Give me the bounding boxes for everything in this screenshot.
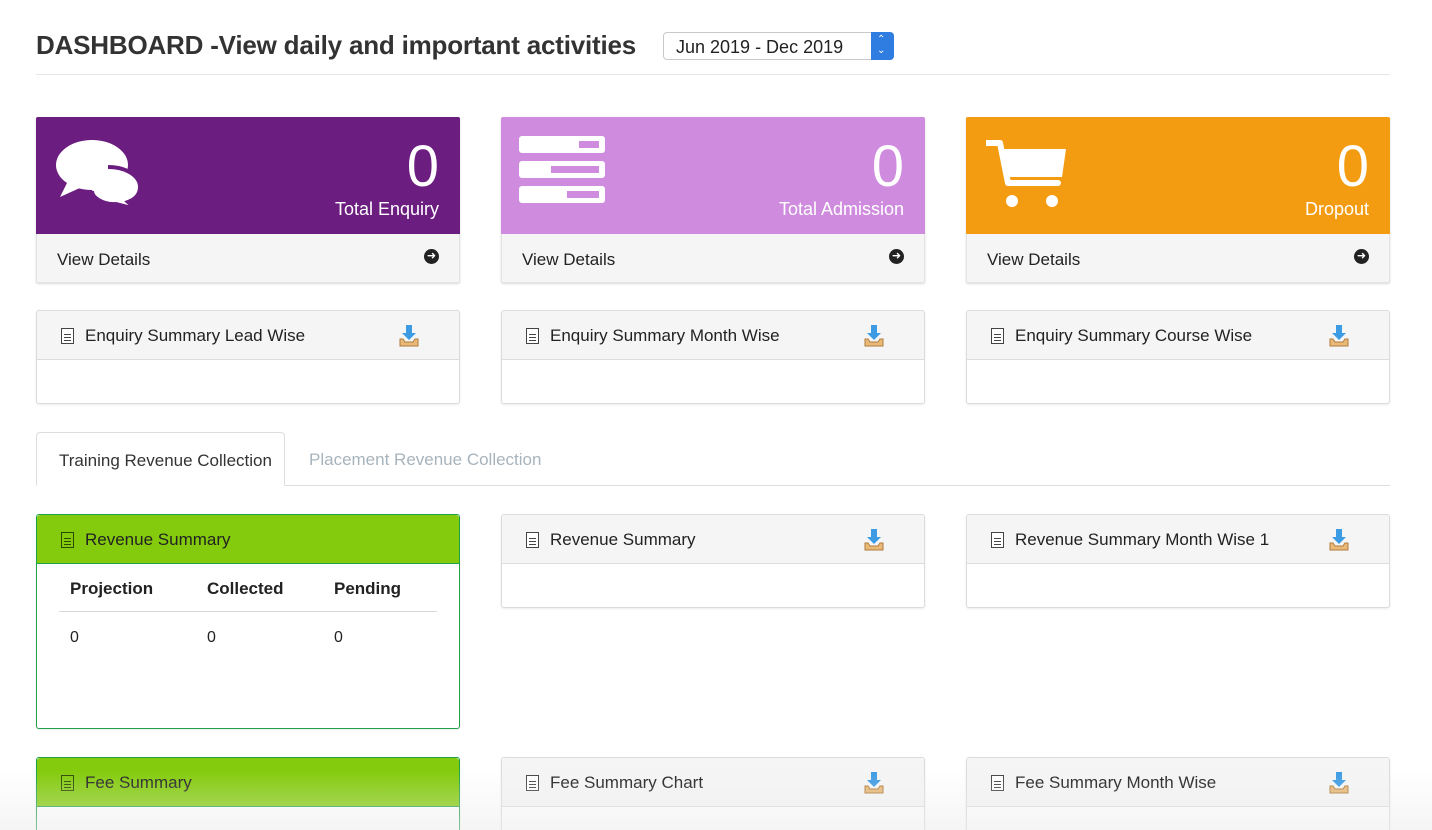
arrow-circle-right-icon: ➜ bbox=[424, 249, 439, 264]
date-range-value: Jun 2019 - Dec 2019 bbox=[676, 37, 844, 57]
panel-title: Fee Summary Chart bbox=[550, 773, 704, 792]
date-range-select[interactable]: Jun 2019 - Dec 2019 ⌃ ⌄ bbox=[663, 32, 894, 60]
panel-header: Enquiry Summary Lead Wise bbox=[37, 311, 459, 360]
table-header-pending: Pending bbox=[334, 579, 402, 598]
panel-body bbox=[502, 564, 924, 607]
document-icon bbox=[61, 532, 74, 548]
stat-card-top: 0 Dropout bbox=[966, 117, 1390, 234]
panel-header: Enquiry Summary Course Wise bbox=[967, 311, 1389, 360]
panel-body bbox=[37, 360, 459, 403]
download-icon[interactable] bbox=[1329, 529, 1349, 551]
document-icon bbox=[526, 775, 539, 791]
panel-revenue-month-wise: Revenue Summary Month Wise 1 bbox=[966, 514, 1390, 608]
download-icon[interactable] bbox=[1329, 772, 1349, 794]
download-icon[interactable] bbox=[864, 772, 884, 794]
view-details-link[interactable]: View Details ➜ bbox=[966, 234, 1390, 283]
document-icon bbox=[991, 775, 1004, 791]
stat-label: Total Admission bbox=[778, 199, 904, 219]
stat-label: Dropout bbox=[1304, 199, 1369, 219]
download-icon[interactable] bbox=[864, 529, 884, 551]
panel-title: Enquiry Summary Lead Wise bbox=[85, 326, 306, 345]
panel-header: Revenue Summary bbox=[502, 515, 924, 564]
stat-value: 0 bbox=[406, 134, 439, 199]
page-title: DASHBOARD -View daily and important acti… bbox=[36, 30, 636, 60]
view-details-label: View Details bbox=[522, 250, 616, 269]
panel-enquiry-month-wise: Enquiry Summary Month Wise bbox=[501, 310, 925, 404]
view-details-label: View Details bbox=[987, 250, 1081, 269]
panel-header: Fee Summary Month Wise bbox=[967, 758, 1389, 807]
stat-value: 0 bbox=[1336, 134, 1369, 199]
document-icon bbox=[526, 328, 539, 344]
view-details-label: View Details bbox=[57, 250, 151, 269]
table-header-projection: Projection bbox=[70, 579, 154, 598]
panel-header: Revenue Summary bbox=[37, 515, 459, 564]
download-icon[interactable] bbox=[1329, 325, 1349, 347]
page-header: DASHBOARD -View daily and important acti… bbox=[36, 28, 1390, 75]
stat-value: 0 bbox=[871, 134, 904, 199]
tab-label: Training Revenue Collection bbox=[59, 451, 272, 470]
table-cell-pending: 0 bbox=[334, 629, 343, 646]
panel-title: Enquiry Summary Course Wise bbox=[1015, 326, 1253, 345]
stat-card-dropout: 0 Dropout View Details ➜ bbox=[966, 117, 1390, 283]
stat-card-top: 0 Total Enquiry bbox=[36, 117, 460, 234]
panel-header: Fee Summary bbox=[37, 758, 459, 807]
panel-header: Revenue Summary Month Wise 1 bbox=[967, 515, 1389, 564]
panel-title: Revenue Summary Month Wise 1 bbox=[1015, 530, 1270, 549]
revenue-tabs: Training Revenue Collection Placement Re… bbox=[36, 432, 1390, 486]
document-icon bbox=[526, 532, 539, 548]
tasks-icon bbox=[519, 136, 605, 209]
panel-fee-summary: Fee Summary bbox=[36, 757, 460, 830]
table-cell-collected: 0 bbox=[207, 629, 216, 646]
panel-enquiry-lead-wise: Enquiry Summary Lead Wise bbox=[36, 310, 460, 404]
cart-icon bbox=[983, 139, 1068, 214]
panel-revenue-summary: Revenue Summary bbox=[501, 514, 925, 608]
panel-enquiry-course-wise: Enquiry Summary Course Wise bbox=[966, 310, 1390, 404]
tab-training-revenue[interactable]: Training Revenue Collection bbox=[36, 432, 285, 486]
stat-label: Total Enquiry bbox=[334, 199, 439, 219]
stat-card-top: 0 Total Admission bbox=[501, 117, 925, 234]
stat-card-total-admission: 0 Total Admission View Details ➜ bbox=[501, 117, 925, 283]
panel-body bbox=[502, 360, 924, 403]
panel-title: Fee Summary Month Wise bbox=[1015, 773, 1217, 792]
panel-body bbox=[967, 564, 1389, 607]
table-cell-projection: 0 bbox=[70, 629, 79, 646]
download-icon[interactable] bbox=[399, 325, 419, 347]
panel-body bbox=[967, 360, 1389, 403]
panel-title: Revenue Summary bbox=[550, 530, 696, 549]
document-icon bbox=[991, 532, 1004, 548]
document-icon bbox=[61, 328, 74, 344]
stat-card-total-enquiry: 0 Total Enquiry View Details ➜ bbox=[36, 117, 460, 283]
panel-title: Fee Summary bbox=[85, 773, 192, 792]
view-details-link[interactable]: View Details ➜ bbox=[501, 234, 925, 283]
panel-title: Enquiry Summary Month Wise bbox=[550, 326, 780, 345]
arrow-circle-right-icon: ➜ bbox=[889, 249, 904, 264]
document-icon bbox=[61, 775, 74, 791]
panel-revenue-summary-table: Revenue Summary Projection Collected Pen… bbox=[36, 514, 460, 729]
document-icon bbox=[991, 328, 1004, 344]
arrow-circle-right-icon: ➜ bbox=[1354, 249, 1369, 264]
panel-title: Revenue Summary bbox=[85, 530, 231, 549]
panel-header: Enquiry Summary Month Wise bbox=[502, 311, 924, 360]
tab-label: Placement Revenue Collection bbox=[309, 450, 542, 469]
comments-icon bbox=[54, 137, 144, 214]
panel-fee-summary-chart: Fee Summary Chart bbox=[501, 757, 925, 830]
table-divider bbox=[59, 611, 437, 612]
table-header-collected: Collected bbox=[207, 579, 284, 598]
download-icon[interactable] bbox=[864, 325, 884, 347]
panel-fee-month-wise: Fee Summary Month Wise bbox=[966, 757, 1390, 830]
select-arrows-icon[interactable]: ⌃ ⌄ bbox=[871, 32, 894, 60]
view-details-link[interactable]: View Details ➜ bbox=[36, 234, 460, 283]
panel-header: Fee Summary Chart bbox=[502, 758, 924, 807]
